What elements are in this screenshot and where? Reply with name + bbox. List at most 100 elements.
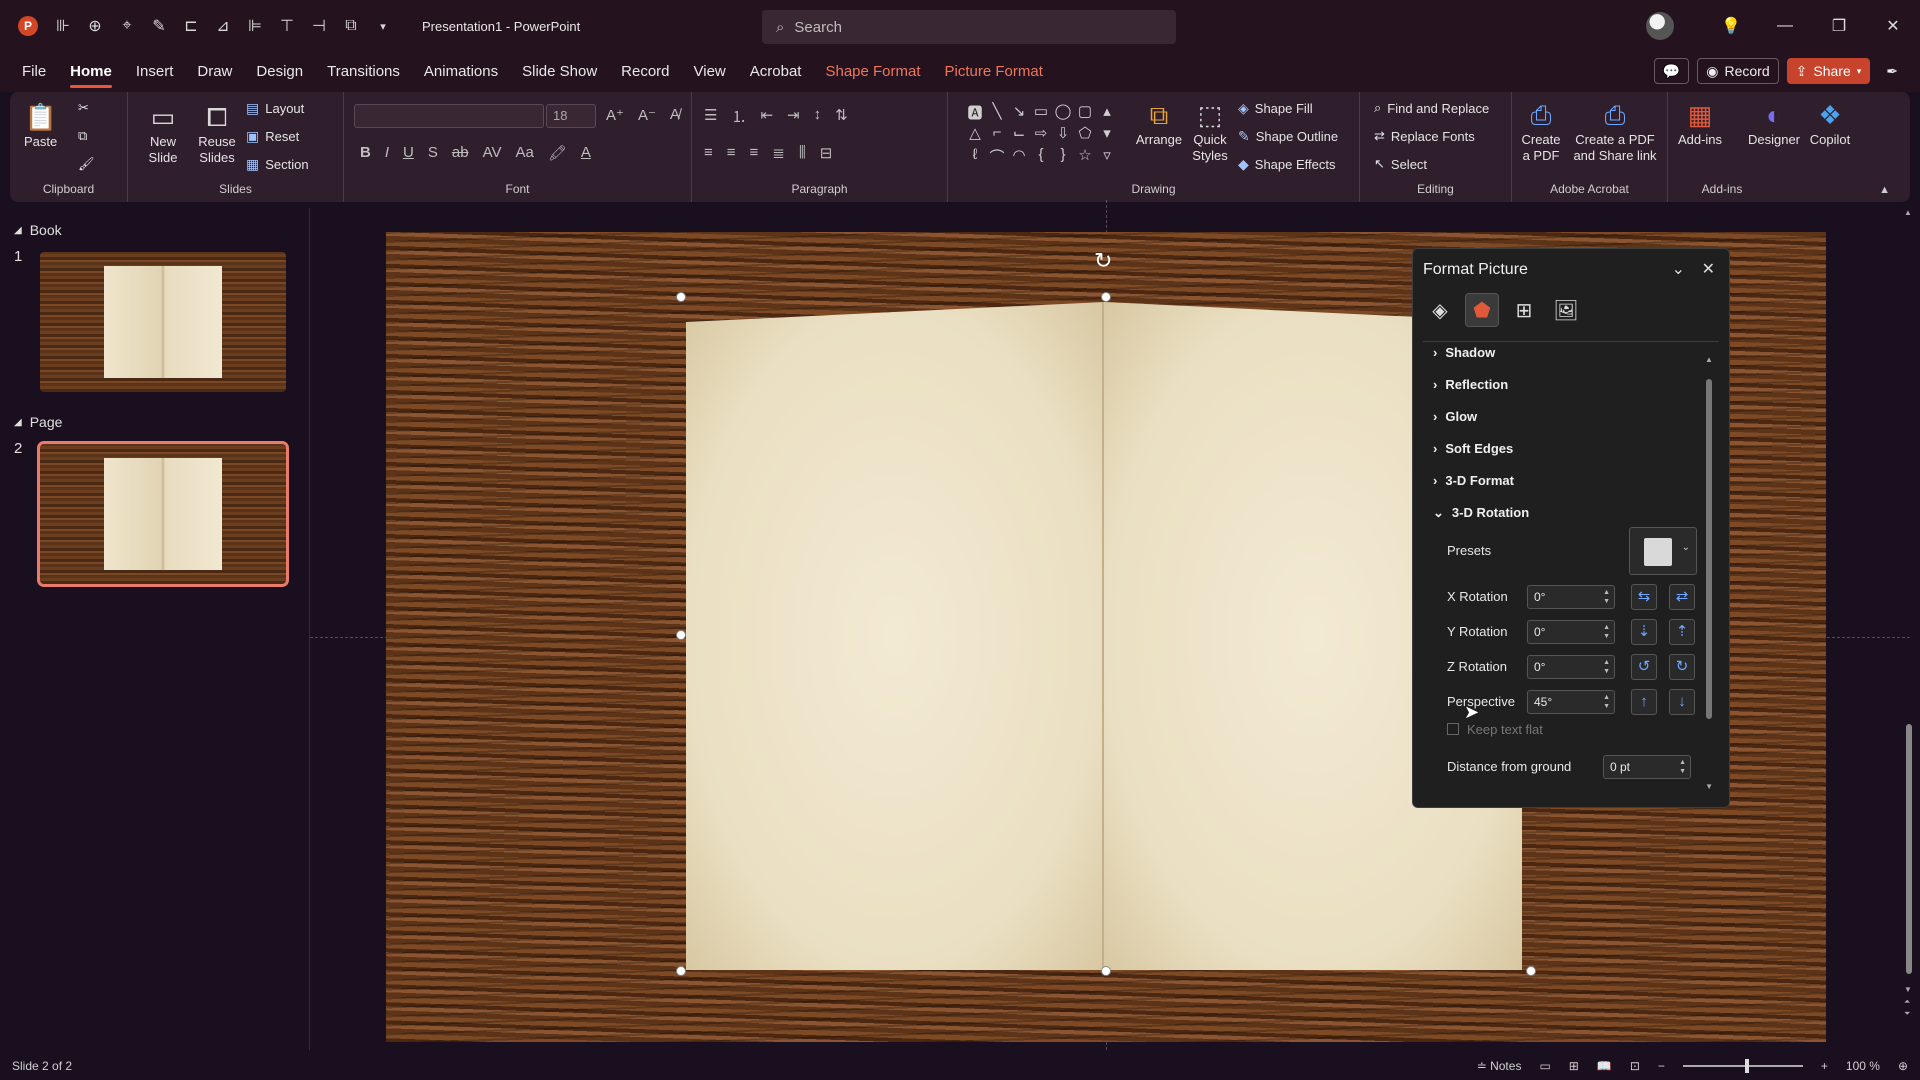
arc-shape-icon[interactable]: ◠ bbox=[1008, 146, 1030, 168]
addins-button[interactable]: ▦ Add-ins bbox=[1672, 98, 1728, 148]
quick-styles-button[interactable]: ⬚ Quick Styles bbox=[1186, 98, 1234, 164]
star-shape-icon[interactable]: ☆ bbox=[1074, 146, 1096, 168]
scroll-up-icon[interactable]: ▲ bbox=[1705, 355, 1713, 364]
italic-icon[interactable]: I bbox=[385, 144, 389, 162]
grow-font-icon[interactable]: A⁺ bbox=[606, 106, 624, 124]
restore-icon[interactable]: ❐ bbox=[1812, 16, 1866, 36]
left-brace-shape-icon[interactable]: { bbox=[1030, 146, 1052, 168]
share-button[interactable]: ⇪ Share ▾ bbox=[1786, 58, 1871, 84]
reset-button[interactable]: ▣ Reset bbox=[246, 128, 299, 145]
align-left-icon[interactable]: ≡ bbox=[704, 144, 713, 162]
align-text-icon[interactable]: ⊟ bbox=[820, 144, 833, 162]
minimize-icon[interactable]: — bbox=[1758, 17, 1812, 35]
tab-home[interactable]: Home bbox=[58, 52, 124, 92]
reading-view-icon[interactable]: 📖 bbox=[1597, 1059, 1612, 1073]
oval-shape-icon[interactable]: ◯ bbox=[1052, 102, 1074, 124]
normal-view-icon[interactable]: ▭ bbox=[1539, 1059, 1550, 1073]
section-3d-format[interactable]: › 3-D Format bbox=[1433, 473, 1514, 488]
slide-thumbnail-1[interactable] bbox=[40, 252, 286, 392]
designer-button[interactable]: ◐ Designer bbox=[1746, 98, 1802, 148]
copy-button[interactable]: ⧉ bbox=[78, 128, 87, 144]
tab-file[interactable]: File bbox=[10, 52, 58, 92]
elbow-shape-icon[interactable]: ⌐ bbox=[986, 124, 1008, 146]
pane-scrollbar[interactable]: ▲ bbox=[1705, 355, 1713, 719]
shadow-text-icon[interactable]: S bbox=[428, 144, 438, 162]
rotate-handle-icon[interactable]: ↻ bbox=[1094, 248, 1112, 274]
layout-button[interactable]: ▤ Layout bbox=[246, 100, 304, 117]
char-spacing-icon[interactable]: AV bbox=[483, 144, 502, 162]
lightbulb-icon[interactable]: 💡 bbox=[1704, 16, 1758, 36]
spinner-arrows-icon[interactable]: ▲ ▼ bbox=[1679, 758, 1686, 776]
tab-view[interactable]: View bbox=[682, 52, 738, 92]
x-rotate-left-button[interactable]: ⇆ bbox=[1631, 584, 1657, 610]
zoom-out-icon[interactable]: − bbox=[1658, 1059, 1665, 1073]
qat-4-icon[interactable]: ✎ bbox=[150, 16, 168, 36]
tab-draw[interactable]: Draw bbox=[185, 52, 244, 92]
font-name-select[interactable] bbox=[354, 104, 544, 128]
shrink-font-icon[interactable]: A⁻ bbox=[638, 106, 656, 124]
resize-handle-left[interactable] bbox=[676, 630, 686, 640]
justify-icon[interactable]: ≣ bbox=[772, 144, 785, 162]
zoom-slider[interactable] bbox=[1682, 1059, 1803, 1073]
distance-input[interactable]: 0 pt ▲ ▼ bbox=[1603, 755, 1691, 779]
change-case-icon[interactable]: Aa bbox=[515, 144, 533, 162]
perspective-increase-button[interactable]: ↑ bbox=[1631, 689, 1657, 715]
qat-8-icon[interactable]: ⊤ bbox=[278, 16, 296, 36]
resize-handle-bottom[interactable] bbox=[1101, 966, 1111, 976]
numbering-icon[interactable]: ⒈ bbox=[731, 106, 746, 127]
tab-acrobat[interactable]: Acrobat bbox=[738, 52, 814, 92]
zoom-in-icon[interactable]: + bbox=[1821, 1059, 1828, 1073]
arrange-button[interactable]: ⧉ Arrange bbox=[1132, 98, 1186, 148]
collapse-ribbon-icon[interactable]: ▲ bbox=[1879, 184, 1890, 196]
align-center-icon[interactable]: ≡ bbox=[727, 144, 736, 162]
qat-6-icon[interactable]: ⊿ bbox=[214, 16, 232, 36]
select-button[interactable]: ↖ Select bbox=[1374, 156, 1427, 172]
section-shadow[interactable]: › Shadow bbox=[1433, 345, 1495, 360]
perspective-decrease-button[interactable]: ↓ bbox=[1669, 689, 1695, 715]
replace-fonts-button[interactable]: ⇄ Replace Fonts bbox=[1374, 128, 1475, 144]
spinner-arrows-icon[interactable]: ▲ ▼ bbox=[1603, 623, 1610, 641]
highlight-icon[interactable]: 🖍 bbox=[548, 144, 567, 162]
line-shape-icon[interactable]: ╲ bbox=[986, 102, 1008, 124]
curve-shape-icon[interactable]: ⌒ bbox=[986, 146, 1008, 168]
line-spacing-icon[interactable]: ↕ bbox=[814, 106, 822, 127]
underline-icon[interactable]: U bbox=[403, 144, 414, 162]
tab-design[interactable]: Design bbox=[244, 52, 315, 92]
zoom-slider-knob[interactable] bbox=[1744, 1059, 1749, 1073]
qat-customize-icon[interactable]: ▾ bbox=[374, 20, 392, 33]
z-rotate-ccw-button[interactable]: ↺ bbox=[1631, 654, 1657, 680]
spinner-arrows-icon[interactable]: ▲ ▼ bbox=[1603, 658, 1610, 676]
avatar[interactable] bbox=[1646, 12, 1674, 40]
snip-rect-shape-icon[interactable]: ⬠ bbox=[1074, 124, 1096, 146]
qat-5-icon[interactable]: ⊏ bbox=[182, 16, 200, 36]
y-rotation-input[interactable]: 0° ▲ ▼ bbox=[1527, 620, 1615, 644]
right-brace-shape-icon[interactable]: } bbox=[1052, 146, 1074, 168]
section-collapse-icon[interactable]: ◢ bbox=[14, 225, 22, 236]
slide-thumbnail-2[interactable] bbox=[37, 441, 289, 587]
slide-scroll-thumb[interactable] bbox=[1906, 724, 1912, 974]
textbox-shape-icon[interactable]: 🅰 bbox=[964, 102, 986, 124]
search-input[interactable]: ⌕ Search bbox=[762, 10, 1176, 44]
section-button[interactable]: ▦ Section bbox=[246, 156, 309, 173]
create-share-pdf-button[interactable]: ⎙ Create a PDF and Share link bbox=[1566, 98, 1664, 164]
slide-sorter-icon[interactable]: ⊞ bbox=[1569, 1059, 1579, 1073]
resize-handle-bottom-right[interactable] bbox=[1526, 966, 1536, 976]
create-pdf-button[interactable]: ⎙ Create a PDF bbox=[1518, 98, 1564, 164]
cut-button[interactable]: ✂ bbox=[78, 100, 89, 116]
qat-7-icon[interactable]: ⊫ bbox=[246, 16, 264, 36]
more-shapes-icon[interactable]: ▿ bbox=[1096, 146, 1118, 168]
picture-tab-icon[interactable]: 🖼 bbox=[1549, 293, 1583, 327]
bullets-icon[interactable]: ☰ bbox=[704, 106, 717, 127]
resize-handle-top[interactable] bbox=[1101, 292, 1111, 302]
qat-3-icon[interactable]: ⌖ bbox=[118, 17, 136, 35]
connector-shape-icon[interactable]: ⌙ bbox=[1008, 124, 1030, 146]
scroll-up-icon[interactable]: ▲ bbox=[1904, 208, 1912, 217]
pane-options-icon[interactable]: ⌄ bbox=[1672, 259, 1685, 279]
keep-text-flat-checkbox[interactable] bbox=[1447, 723, 1459, 735]
section-page[interactable]: ◢ Page bbox=[14, 414, 62, 430]
tab-insert[interactable]: Insert bbox=[124, 52, 186, 92]
comments-button[interactable]: 💬 bbox=[1653, 58, 1690, 84]
slide-scrollbar[interactable]: ▲ ▼ ⏶ ⏷ bbox=[1902, 208, 1916, 1028]
bold-icon[interactable]: B bbox=[360, 144, 371, 162]
y-rotate-up-button[interactable]: ⇡ bbox=[1669, 619, 1695, 645]
